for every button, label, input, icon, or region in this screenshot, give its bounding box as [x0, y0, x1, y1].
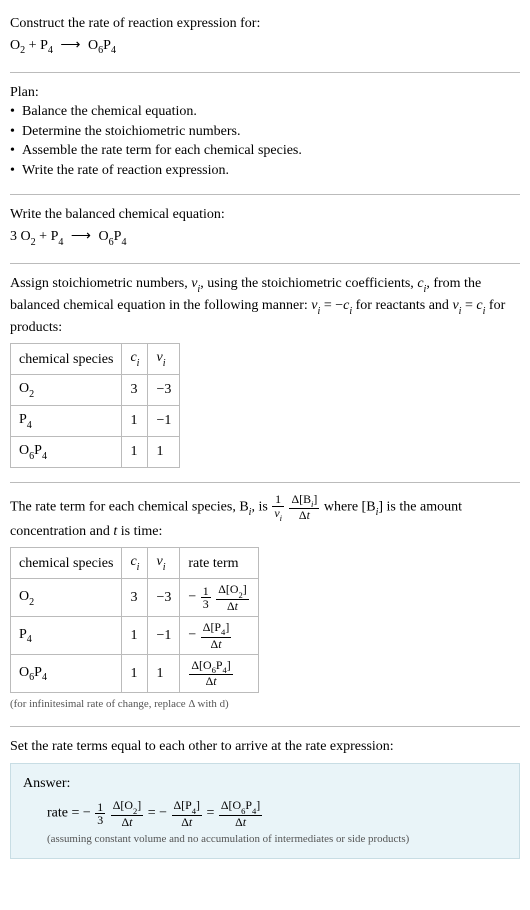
balanced-title: Write the balanced chemical equation: — [10, 205, 520, 225]
bullet-icon: • — [10, 161, 22, 181]
cell-c: 1 — [122, 617, 148, 655]
plus: + — [36, 229, 51, 244]
cell-c: 1 — [122, 655, 148, 693]
bullet-icon: • — [10, 141, 22, 161]
table-row: P4 1 −1 — [11, 406, 180, 437]
rateterm-section: The rate term for each chemical species,… — [10, 487, 520, 722]
cell-c: 3 — [122, 579, 148, 617]
plan-item-text: Determine the stoichiometric numbers. — [22, 122, 241, 142]
plan-title: Plan: — [10, 83, 520, 103]
col-c: ci — [122, 548, 148, 579]
cell-nu: 1 — [148, 437, 180, 468]
stoich-section: Assign stoichiometric numbers, νi, using… — [10, 268, 520, 478]
plan-item-text: Write the rate of reaction expression. — [22, 161, 229, 181]
table-header-row: chemical species ci νi — [11, 344, 180, 375]
col-nu: νi — [148, 344, 180, 375]
rateterm-note: (for infinitesimal rate of change, repla… — [10, 697, 520, 712]
cell-nu: −3 — [148, 579, 180, 617]
plan-item: •Determine the stoichiometric numbers. — [10, 122, 520, 142]
header-section: Construct the rate of reaction expressio… — [10, 8, 520, 68]
cell-c: 3 — [122, 375, 148, 406]
plan-item: •Write the rate of reaction expression. — [10, 161, 520, 181]
bullet-icon: • — [10, 102, 22, 122]
final-title: Set the rate terms equal to each other t… — [10, 737, 520, 757]
plus: + — [25, 38, 40, 53]
answer-box: Answer: rate = − 13 Δ[O2]Δt = − Δ[P4]Δt … — [10, 763, 520, 859]
reactant-o2: O2 — [21, 229, 36, 244]
cell-species: O6P4 — [11, 437, 122, 468]
answer-title: Answer: — [23, 774, 507, 794]
answer-note: (assuming constant volume and no accumul… — [47, 832, 507, 847]
fraction: Δ[Bi]Δt — [289, 493, 319, 522]
col-rateterm: rate term — [180, 548, 258, 579]
divider — [10, 726, 520, 727]
table-row: P4 1 −1 − Δ[P4]Δt — [11, 617, 259, 655]
stoich-intro: Assign stoichiometric numbers, νi, using… — [10, 274, 520, 337]
col-species: chemical species — [11, 344, 122, 375]
product-o6p4: O6P4 — [99, 229, 127, 244]
divider — [10, 194, 520, 195]
plan-item-text: Balance the chemical equation. — [22, 102, 197, 122]
plan-item: •Assemble the rate term for each chemica… — [10, 141, 520, 161]
reactant-p4: P4 — [51, 229, 64, 244]
cell-species: O2 — [11, 375, 122, 406]
cell-c: 1 — [122, 406, 148, 437]
table-row: O6P4 1 1 Δ[O6P4]Δt — [11, 655, 259, 693]
plan-item-text: Assemble the rate term for each chemical… — [22, 141, 302, 161]
rateterm-table: chemical species ci νi rate term O2 3 −3… — [10, 547, 259, 692]
plan-section: Plan: •Balance the chemical equation. •D… — [10, 77, 520, 191]
cell-nu: 1 — [148, 655, 180, 693]
cell-nu: −3 — [148, 375, 180, 406]
balanced-section: Write the balanced chemical equation: 3 … — [10, 199, 520, 259]
cell-rateterm: − 13 Δ[O2]Δt — [180, 579, 258, 617]
table-row: O6P4 1 1 — [11, 437, 180, 468]
coef-3: 3 — [10, 229, 21, 244]
table-row: O2 3 −3 − 13 Δ[O2]Δt — [11, 579, 259, 617]
product-o6p4: O6P4 — [88, 38, 116, 53]
bullet-icon: • — [10, 122, 22, 142]
cell-nu: −1 — [148, 406, 180, 437]
plan-item: •Balance the chemical equation. — [10, 102, 520, 122]
cell-rateterm: − Δ[P4]Δt — [180, 617, 258, 655]
reactant-o2: O2 — [10, 38, 25, 53]
cell-species: O6P4 — [11, 655, 122, 693]
table-header-row: chemical species ci νi rate term — [11, 548, 259, 579]
prompt-text: Construct the rate of reaction expressio… — [10, 14, 520, 34]
balanced-equation: 3 O2 + P4 ⟶ O6P4 — [10, 227, 520, 249]
rateterm-intro: The rate term for each chemical species,… — [10, 493, 520, 541]
cell-nu: −1 — [148, 617, 180, 655]
divider — [10, 482, 520, 483]
arrow-icon: ⟶ — [60, 36, 80, 56]
cell-rateterm: Δ[O6P4]Δt — [180, 655, 258, 693]
cell-species: P4 — [11, 406, 122, 437]
divider — [10, 72, 520, 73]
cell-species: O2 — [11, 579, 122, 617]
col-nu: νi — [148, 548, 180, 579]
unbalanced-equation: O2 + P4 ⟶ O6P4 — [10, 36, 520, 58]
cell-c: 1 — [122, 437, 148, 468]
reactant-p4: P4 — [40, 38, 53, 53]
divider — [10, 263, 520, 264]
stoich-table: chemical species ci νi O2 3 −3 P4 1 −1 O… — [10, 343, 180, 468]
table-row: O2 3 −3 — [11, 375, 180, 406]
final-section: Set the rate terms equal to each other t… — [10, 731, 520, 868]
fraction: 1νi — [272, 493, 284, 522]
col-species: chemical species — [11, 548, 122, 579]
cell-species: P4 — [11, 617, 122, 655]
arrow-icon: ⟶ — [71, 227, 91, 247]
col-c: ci — [122, 344, 148, 375]
answer-expression: rate = − 13 Δ[O2]Δt = − Δ[P4]Δt = Δ[O6P4… — [47, 799, 507, 828]
